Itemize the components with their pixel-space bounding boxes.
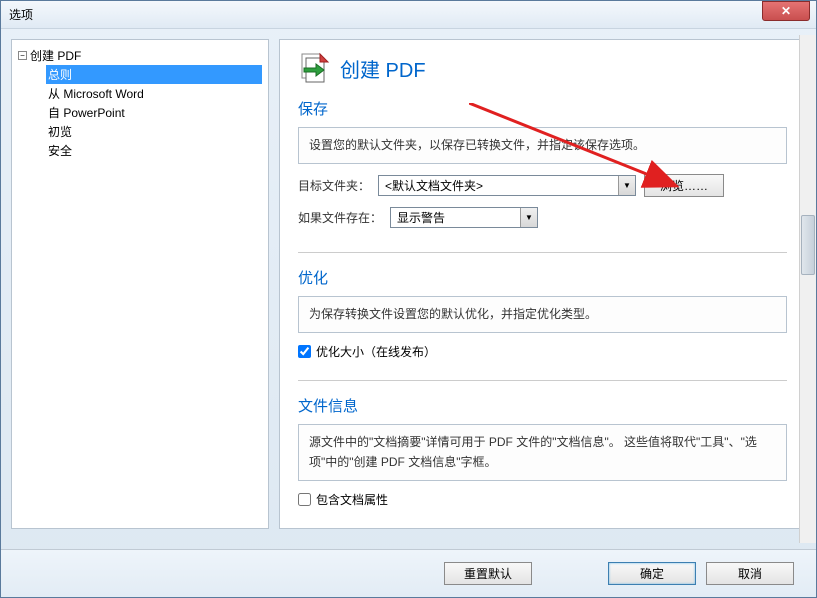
category-tree-pane: − 创建 PDF 总则从 Microsoft Word自 PowerPoint初… — [11, 39, 269, 529]
page-title: 创建 PDF — [340, 54, 426, 83]
target-folder-label: 目标文件夹： — [298, 177, 370, 194]
collapse-icon[interactable]: − — [18, 51, 27, 60]
fileinfo-section-title: 文件信息 — [298, 395, 787, 416]
tree-item[interactable]: 从 Microsoft Word — [46, 84, 262, 103]
tree-item[interactable]: 初览 — [46, 122, 262, 141]
chevron-down-icon[interactable]: ▼ — [618, 176, 635, 195]
content-area: − 创建 PDF 总则从 Microsoft Word自 PowerPoint初… — [1, 29, 816, 539]
titlebar-title: 选项 — [9, 6, 33, 23]
optimize-section: 优化 为保存转换文件设置您的默认优化，并指定优化类型。 优化大小（在线发布） — [298, 267, 787, 381]
vertical-scrollbar[interactable] — [799, 35, 816, 543]
browse-button[interactable]: 浏览…… — [644, 174, 724, 197]
titlebar: 选项 ✕ — [1, 1, 816, 29]
save-section-title: 保存 — [298, 98, 787, 119]
create-pdf-icon — [298, 52, 330, 84]
tree-root-item[interactable]: − 创建 PDF — [18, 46, 262, 65]
tree-root-label: 创建 PDF — [30, 47, 81, 64]
options-dialog: 选项 ✕ − 创建 PDF 总则从 Microsoft Word自 PowerP… — [0, 0, 817, 598]
optimize-section-title: 优化 — [298, 267, 787, 288]
category-tree: − 创建 PDF 总则从 Microsoft Word自 PowerPoint初… — [18, 46, 262, 160]
include-docprops-checkbox[interactable] — [298, 493, 311, 506]
tree-item[interactable]: 安全 — [46, 141, 262, 160]
close-button[interactable]: ✕ — [762, 1, 810, 21]
settings-pane: 创建 PDF 保存 设置您的默认文件夹，以保存已转换文件，并指定该保存选项。 目… — [279, 39, 806, 529]
tree-item[interactable]: 自 PowerPoint — [46, 103, 262, 122]
save-section: 保存 设置您的默认文件夹，以保存已转换文件，并指定该保存选项。 目标文件夹： <… — [298, 98, 787, 253]
target-folder-combo[interactable]: <默认文档文件夹> ▼ — [378, 175, 636, 196]
file-exists-combo[interactable]: 显示警告 ▼ — [390, 207, 538, 228]
page-header: 创建 PDF — [298, 52, 787, 84]
file-exists-value: 显示警告 — [391, 209, 520, 226]
target-folder-value: <默认文档文件夹> — [379, 177, 618, 194]
fileinfo-desc: 源文件中的"文档摘要"详情可用于 PDF 文件的"文档信息"。 这些值将取代"工… — [298, 424, 787, 480]
optimize-size-checkbox[interactable] — [298, 345, 311, 358]
save-desc: 设置您的默认文件夹，以保存已转换文件，并指定该保存选项。 — [298, 127, 787, 164]
chevron-down-icon[interactable]: ▼ — [520, 208, 537, 227]
scroll-thumb[interactable] — [801, 215, 815, 275]
reset-defaults-button[interactable]: 重置默认 — [444, 562, 532, 585]
optimize-size-label[interactable]: 优化大小（在线发布） — [316, 343, 436, 360]
tree-item[interactable]: 总则 — [46, 65, 262, 84]
file-exists-label: 如果文件存在： — [298, 209, 382, 226]
ok-button[interactable]: 确定 — [608, 562, 696, 585]
cancel-button[interactable]: 取消 — [706, 562, 794, 585]
dialog-footer: 重置默认 确定 取消 — [1, 549, 816, 597]
fileinfo-section: 文件信息 源文件中的"文档摘要"详情可用于 PDF 文件的"文档信息"。 这些值… — [298, 395, 787, 527]
optimize-desc: 为保存转换文件设置您的默认优化，并指定优化类型。 — [298, 296, 787, 333]
include-docprops-label[interactable]: 包含文档属性 — [316, 491, 388, 508]
